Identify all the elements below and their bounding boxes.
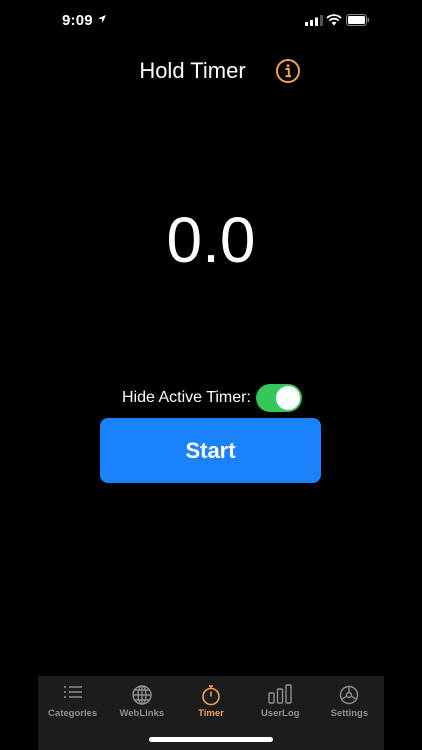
timer-display: 0.0	[166, 204, 256, 276]
stopwatch-icon	[202, 685, 220, 706]
tab-label: WebLinks	[119, 708, 165, 719]
tab-label: UserLog	[260, 708, 300, 719]
list-icon	[63, 686, 82, 698]
gear-icon	[340, 685, 359, 705]
tab-categories[interactable]: Categories	[38, 676, 107, 750]
wifi-icon	[326, 14, 342, 26]
start-button[interactable]: Start	[100, 418, 321, 483]
tab-settings[interactable]: Settings	[315, 676, 384, 750]
tab-label: Categories	[48, 708, 98, 719]
location-arrow-icon	[98, 15, 106, 23]
page-title: Hold Timer	[139, 58, 246, 83]
info-circle-icon[interactable]	[275, 58, 301, 84]
cellular-signal-icon	[305, 15, 323, 26]
hide-timer-label: Hide Active Timer:	[122, 389, 251, 406]
status-bar: 9:09	[0, 0, 422, 44]
hide-timer-row: Hide Active Timer:	[0, 384, 422, 414]
tab-label: Timer	[198, 708, 224, 719]
home-indicator	[149, 737, 273, 742]
bars-icon	[268, 684, 292, 704]
tab-label: Settings	[330, 708, 369, 719]
globe-icon	[132, 685, 152, 705]
toggle-knob	[276, 386, 300, 410]
battery-icon	[346, 14, 370, 26]
hide-timer-toggle[interactable]	[256, 384, 302, 412]
status-time: 9:09	[62, 12, 93, 29]
